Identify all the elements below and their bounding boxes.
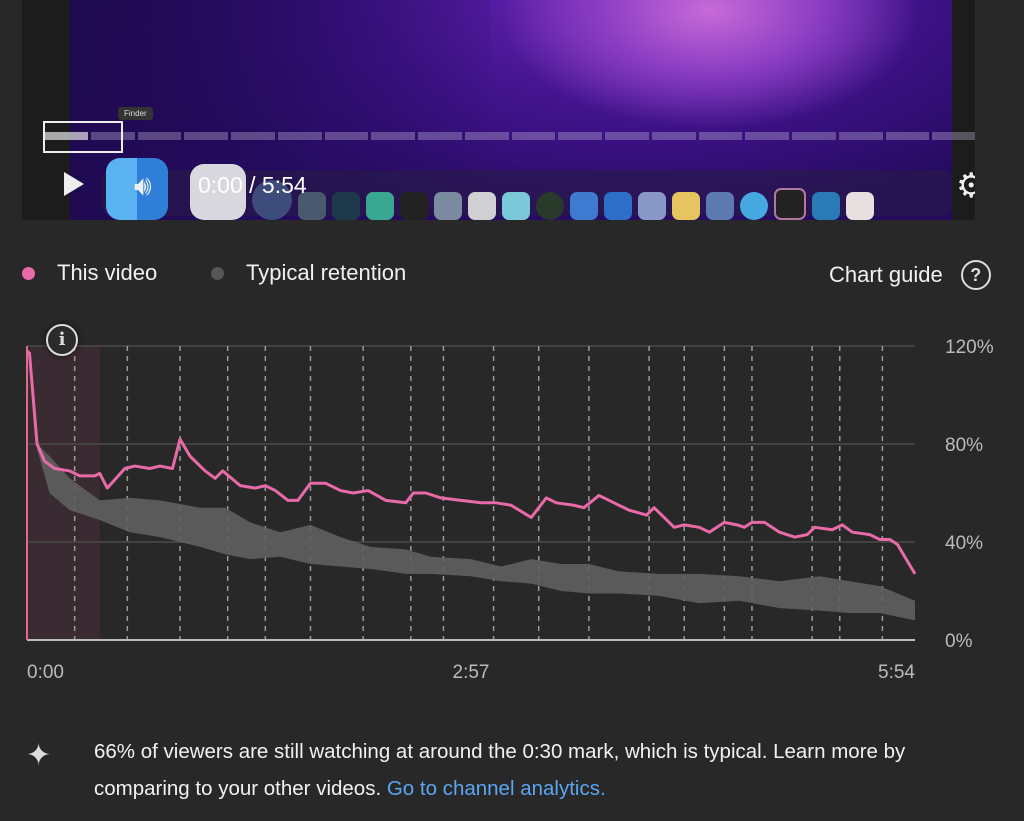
app-icon [638, 192, 666, 220]
chapter-segment[interactable] [838, 132, 883, 140]
app-icon [740, 192, 768, 220]
sparkle-icon: ✦ [26, 739, 52, 772]
chart-guide-button[interactable]: Chart guide ? [829, 260, 991, 290]
x-tick-label: 0:00 [27, 662, 64, 683]
app-icon [434, 192, 462, 220]
insight-text: 66% of viewers are still watching at aro… [94, 733, 974, 807]
scrub-preview-box [43, 121, 123, 153]
app-icon [706, 192, 734, 220]
legend-label: Typical retention [246, 260, 407, 285]
app-icon [812, 192, 840, 220]
channel-analytics-link[interactable]: Go to channel analytics. [387, 777, 606, 800]
chapter-segment[interactable] [231, 132, 275, 140]
volume-icon[interactable]: 🔊︎ [134, 170, 152, 203]
app-icon [400, 192, 428, 220]
app-icon [536, 192, 564, 220]
app-icon [672, 192, 700, 220]
app-icon [468, 192, 496, 220]
chapter-segment[interactable] [511, 132, 556, 140]
help-icon: ? [960, 260, 991, 290]
y-tick-label: 80% [945, 435, 983, 456]
chapter-segment[interactable] [277, 132, 322, 140]
chapter-segment[interactable] [698, 132, 743, 140]
app-icon [502, 192, 530, 220]
legend-this-video[interactable]: This video [22, 260, 157, 286]
app-icon [570, 192, 598, 220]
y-tick-label: 120% [945, 337, 994, 358]
app-icon [366, 192, 394, 220]
app-icon [846, 192, 874, 220]
chapter-segment[interactable] [371, 132, 415, 140]
app-icon [604, 192, 632, 220]
chapter-segment[interactable] [745, 132, 789, 140]
chart-guide-label: Chart guide [829, 262, 943, 287]
chapter-segment[interactable] [651, 132, 696, 140]
chapter-segment[interactable] [418, 132, 462, 140]
chapter-segment[interactable] [324, 132, 369, 140]
video-player[interactable]: Finder 🔊︎ 0:00 / 5:54 ⚙︎ [22, 0, 975, 220]
chapter-segment[interactable] [464, 132, 509, 140]
chapter-segment[interactable] [605, 132, 649, 140]
chapter-segment[interactable] [558, 132, 602, 140]
app-icon [774, 188, 806, 220]
chapter-segment[interactable] [184, 132, 228, 140]
progress-bar[interactable] [44, 132, 975, 140]
chapter-segment[interactable] [932, 132, 975, 140]
gray-dot-icon [211, 266, 224, 280]
y-tick-label: 40% [945, 533, 983, 554]
play-icon[interactable] [64, 172, 84, 196]
chapter-segment[interactable] [792, 132, 836, 140]
retention-chart[interactable]: 120% 80% 40% 0% 0:00 2:57 5:54 [0, 320, 1024, 700]
x-tick-label: 2:57 [453, 662, 490, 683]
legend-label: This video [57, 260, 158, 285]
time-display: 0:00 / 5:54 [198, 172, 307, 198]
y-tick-label: 0% [945, 631, 973, 652]
chapter-segment[interactable] [137, 132, 182, 140]
legend-typical-retention[interactable]: Typical retention [211, 260, 406, 286]
info-icon[interactable]: i [46, 324, 78, 356]
pink-dot-icon [22, 266, 35, 280]
chapter-segment[interactable] [885, 132, 930, 140]
dock-tooltip: Finder [118, 107, 153, 120]
this-video-line [25, 349, 917, 575]
settings-gear-icon[interactable]: ⚙︎ [956, 166, 975, 206]
app-icon [332, 192, 360, 220]
x-tick-label: 5:54 [878, 662, 915, 683]
